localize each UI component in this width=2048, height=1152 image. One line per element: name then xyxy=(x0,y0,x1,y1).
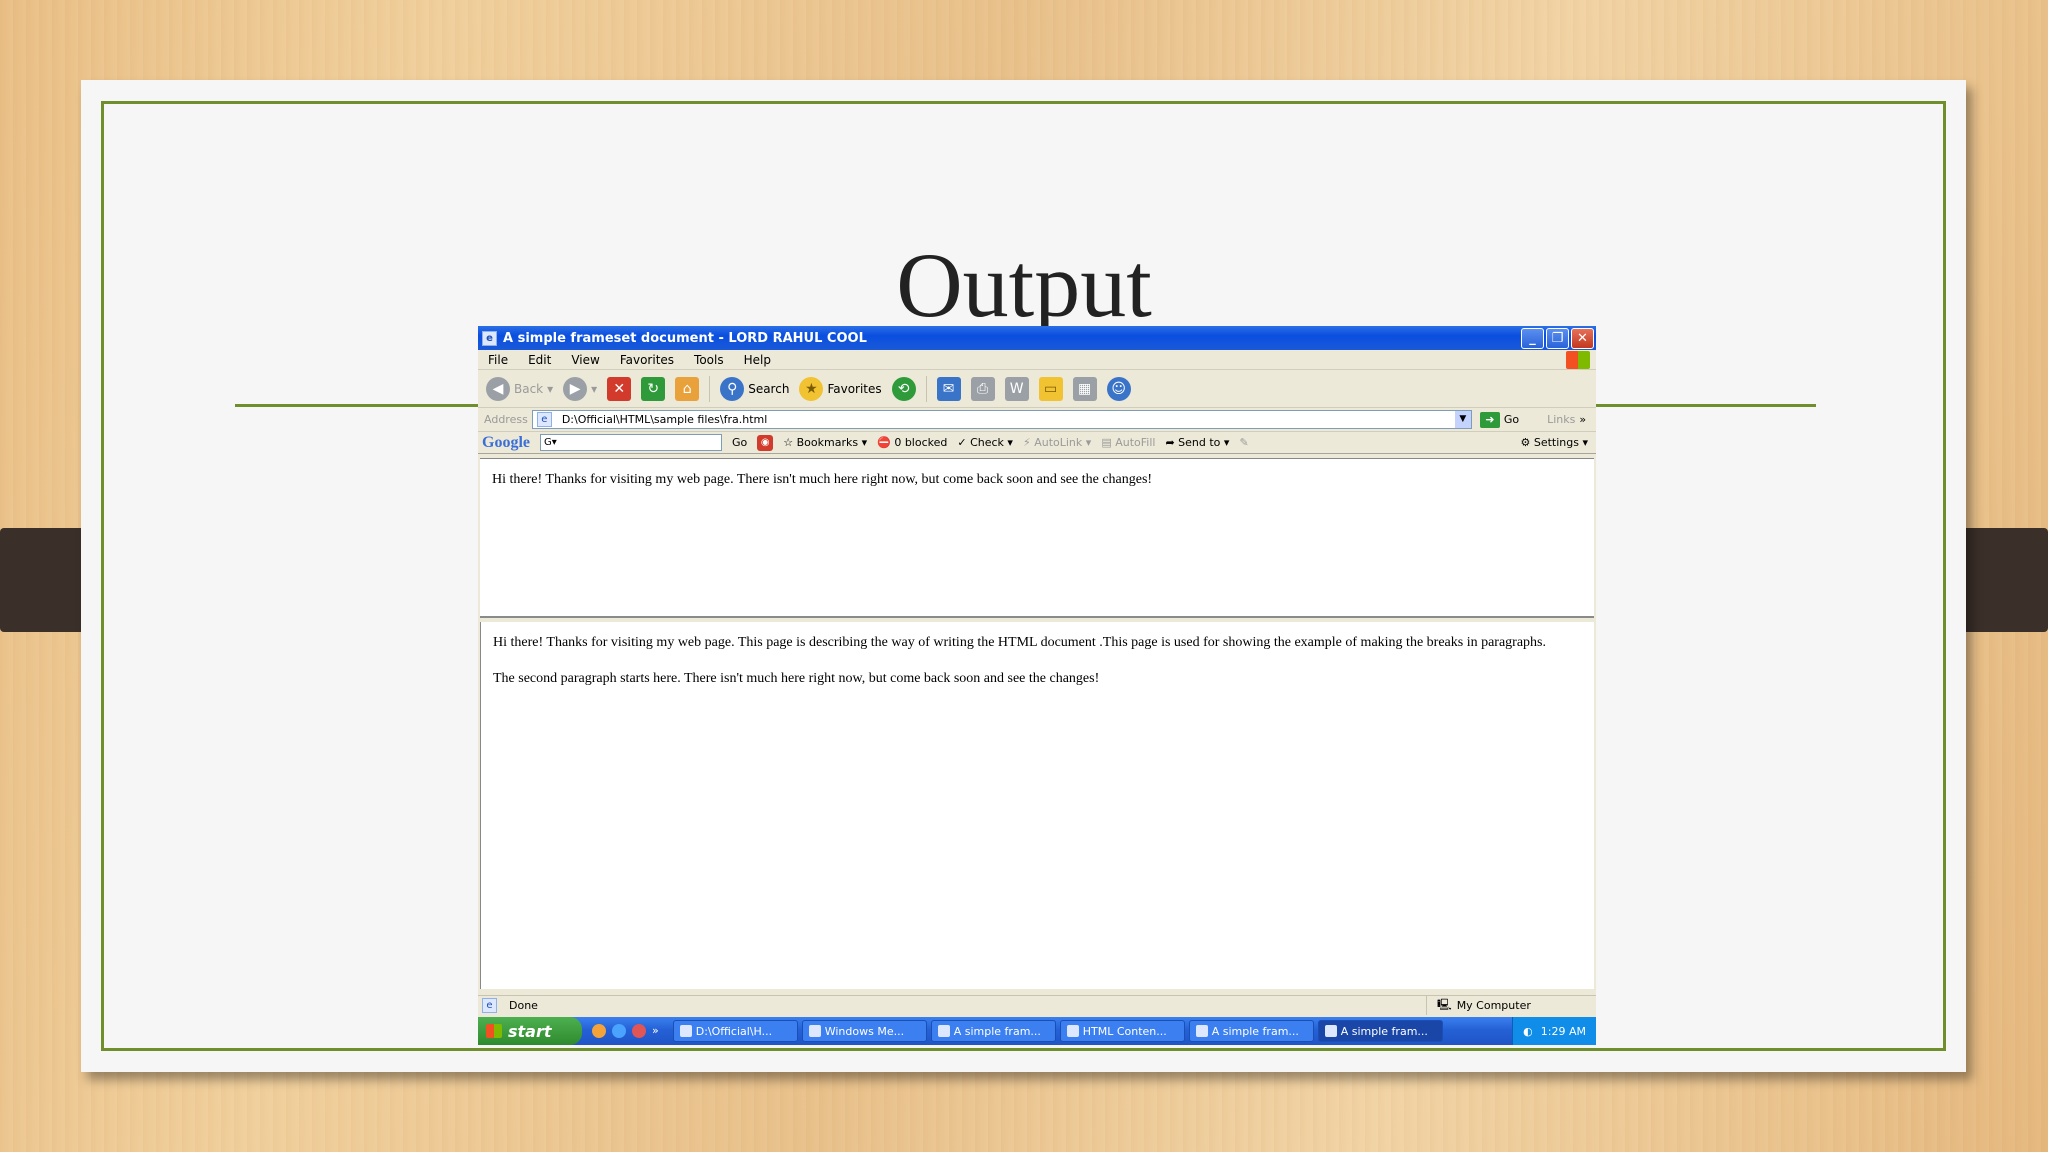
page-icon: e xyxy=(536,412,552,427)
title-rule-left xyxy=(235,404,479,407)
google-go-button[interactable]: Go xyxy=(732,436,747,449)
maximize-button[interactable]: ❐ xyxy=(1546,327,1569,349)
chevron-right-icon[interactable]: » xyxy=(652,1024,659,1038)
popup-blocker-button[interactable]: ⛔ 0 blocked xyxy=(877,436,947,449)
bookmarks-button[interactable]: ☆ Bookmarks ▾ xyxy=(783,436,867,449)
standard-toolbar: ◀ Back ▾ ▶ ▾ ✕ ↻ ⌂ ⚲ Search ★ Favorites ⟲ ✉… xyxy=(478,370,1596,408)
clock[interactable]: 1:29 AM xyxy=(1541,1025,1586,1038)
menu-favorites[interactable]: Favorites xyxy=(620,353,674,367)
google-logo[interactable]: Google xyxy=(482,434,530,452)
go-arrow-icon: ➜ xyxy=(1479,411,1500,428)
search-icon: ⚲ xyxy=(720,376,745,401)
star-icon: ★ xyxy=(799,376,824,401)
bottom-frame-paragraph-1: Hi there! Thanks for visiting my web pag… xyxy=(493,635,1546,650)
forward-button[interactable]: ▶ ▾ xyxy=(563,376,597,401)
messenger-icon[interactable]: ☺ xyxy=(1106,376,1131,401)
stop-icon[interactable]: ✕ xyxy=(607,376,632,401)
back-button[interactable]: ◀ Back ▾ xyxy=(486,376,553,401)
window-title: A simple frameset document - LORD RAHUL … xyxy=(503,330,867,346)
top-frame: Hi there! Thanks for visiting my web pag… xyxy=(480,458,1594,618)
menu-view[interactable]: View xyxy=(571,353,599,367)
media-player-icon[interactable] xyxy=(632,1024,646,1038)
folder-icon xyxy=(679,1025,692,1037)
document-icon xyxy=(1066,1025,1079,1037)
home-icon[interactable]: ⌂ xyxy=(675,376,700,401)
system-tray: ◐ 1:29 AM xyxy=(1512,1017,1596,1045)
taskbar-item[interactable]: HTML Conten... xyxy=(1059,1020,1185,1042)
taskbar: start » D:\Official\H... Windows Me... A… xyxy=(478,1017,1596,1045)
menu-help[interactable]: Help xyxy=(744,353,771,367)
google-toolbar: Google G▾ Go ◉ ☆ Bookmarks ▾ ⛔ 0 blocked… xyxy=(478,432,1596,454)
chevron-right-icon[interactable]: » xyxy=(1579,413,1586,426)
document-icon xyxy=(1195,1025,1208,1037)
taskbar-item[interactable]: A simple fram... xyxy=(930,1020,1056,1042)
discuss-icon[interactable]: ▭ xyxy=(1038,376,1063,401)
highlight-icon[interactable]: ✎ xyxy=(1239,436,1248,449)
windows-logo-icon xyxy=(1566,351,1590,369)
status-text: Done xyxy=(509,999,538,1012)
start-button[interactable]: start xyxy=(478,1017,582,1045)
links-button[interactable]: Links xyxy=(1547,413,1575,426)
print-icon[interactable]: ⎙ xyxy=(970,376,995,401)
ie-page-icon: e xyxy=(482,330,497,346)
autolink-button[interactable]: ⚡ AutoLink ▾ xyxy=(1023,436,1091,449)
go-button[interactable]: ➜ Go xyxy=(1479,411,1519,428)
toolbar-separator xyxy=(709,375,711,402)
menu-tools[interactable]: Tools xyxy=(694,353,724,367)
spellcheck-button[interactable]: ✓ Check ▾ xyxy=(957,436,1013,449)
edit-icon[interactable]: W xyxy=(1004,376,1029,401)
autofill-button[interactable]: ▤ AutoFill xyxy=(1101,436,1155,449)
page-done-icon: e xyxy=(482,998,497,1013)
security-zone: My Computer xyxy=(1456,999,1531,1012)
news-icon[interactable]: ◉ xyxy=(757,434,774,451)
favorites-button[interactable]: ★ Favorites xyxy=(799,376,882,401)
menu-file[interactable]: File xyxy=(488,353,508,367)
slide-title: Output xyxy=(896,234,1152,336)
media-icon xyxy=(808,1025,821,1037)
taskbar-item[interactable]: Windows Me... xyxy=(801,1020,927,1042)
browser-window: e A simple frameset document - LORD RAHU… xyxy=(478,326,1596,1045)
bottom-frame-paragraph-2: The second paragraph starts here. There … xyxy=(493,671,1100,686)
menu-edit[interactable]: Edit xyxy=(528,353,551,367)
research-icon[interactable]: ▦ xyxy=(1072,376,1097,401)
address-value: D:\Official\HTML\sample files\fra.html xyxy=(561,413,768,426)
mail-icon[interactable]: ✉ xyxy=(936,376,961,401)
taskbar-item-active[interactable]: A simple fram... xyxy=(1317,1020,1443,1042)
taskbar-item[interactable]: A simple fram... xyxy=(1188,1020,1314,1042)
quick-launch: » xyxy=(582,1024,669,1038)
address-bar: Address e D:\Official\HTML\sample files\… xyxy=(478,408,1596,432)
refresh-icon[interactable]: ↻ xyxy=(641,376,666,401)
forward-arrow-icon: ▶ xyxy=(563,376,588,401)
title-rule-right xyxy=(1596,404,1816,407)
settings-button[interactable]: ⚙ Settings ▾ xyxy=(1520,436,1588,449)
minimize-button[interactable]: _ xyxy=(1521,327,1544,349)
document-icon xyxy=(1324,1025,1337,1037)
search-button[interactable]: ⚲ Search xyxy=(720,376,789,401)
address-label: Address xyxy=(484,413,528,426)
status-bar: e Done 🖳 My Computer xyxy=(478,995,1596,1015)
top-frame-text: Hi there! Thanks for visiting my web pag… xyxy=(492,472,1153,487)
history-icon[interactable]: ⟲ xyxy=(891,376,916,401)
computer-icon: 🖳 xyxy=(1437,998,1452,1011)
ie-icon[interactable] xyxy=(612,1024,626,1038)
google-search-input[interactable]: G▾ xyxy=(540,434,722,451)
bottom-frame: Hi there! Thanks for visiting my web pag… xyxy=(480,622,1594,989)
menu-bar: File Edit View Favorites Tools Help xyxy=(478,350,1596,370)
address-dropdown-icon[interactable]: ▼ xyxy=(1454,411,1471,428)
firefox-icon[interactable] xyxy=(592,1024,606,1038)
network-icon[interactable]: ◐ xyxy=(1523,1025,1533,1038)
document-icon xyxy=(937,1025,950,1037)
close-button[interactable]: ✕ xyxy=(1571,327,1594,349)
back-arrow-icon: ◀ xyxy=(486,376,510,401)
title-bar[interactable]: e A simple frameset document - LORD RAHU… xyxy=(478,326,1596,350)
send-to-button[interactable]: ➦ Send to ▾ xyxy=(1165,436,1229,449)
windows-flag-icon xyxy=(486,1024,502,1038)
address-input[interactable]: e D:\Official\HTML\sample files\fra.html… xyxy=(531,410,1472,429)
toolbar-separator xyxy=(925,375,927,402)
taskbar-item[interactable]: D:\Official\H... xyxy=(672,1020,798,1042)
